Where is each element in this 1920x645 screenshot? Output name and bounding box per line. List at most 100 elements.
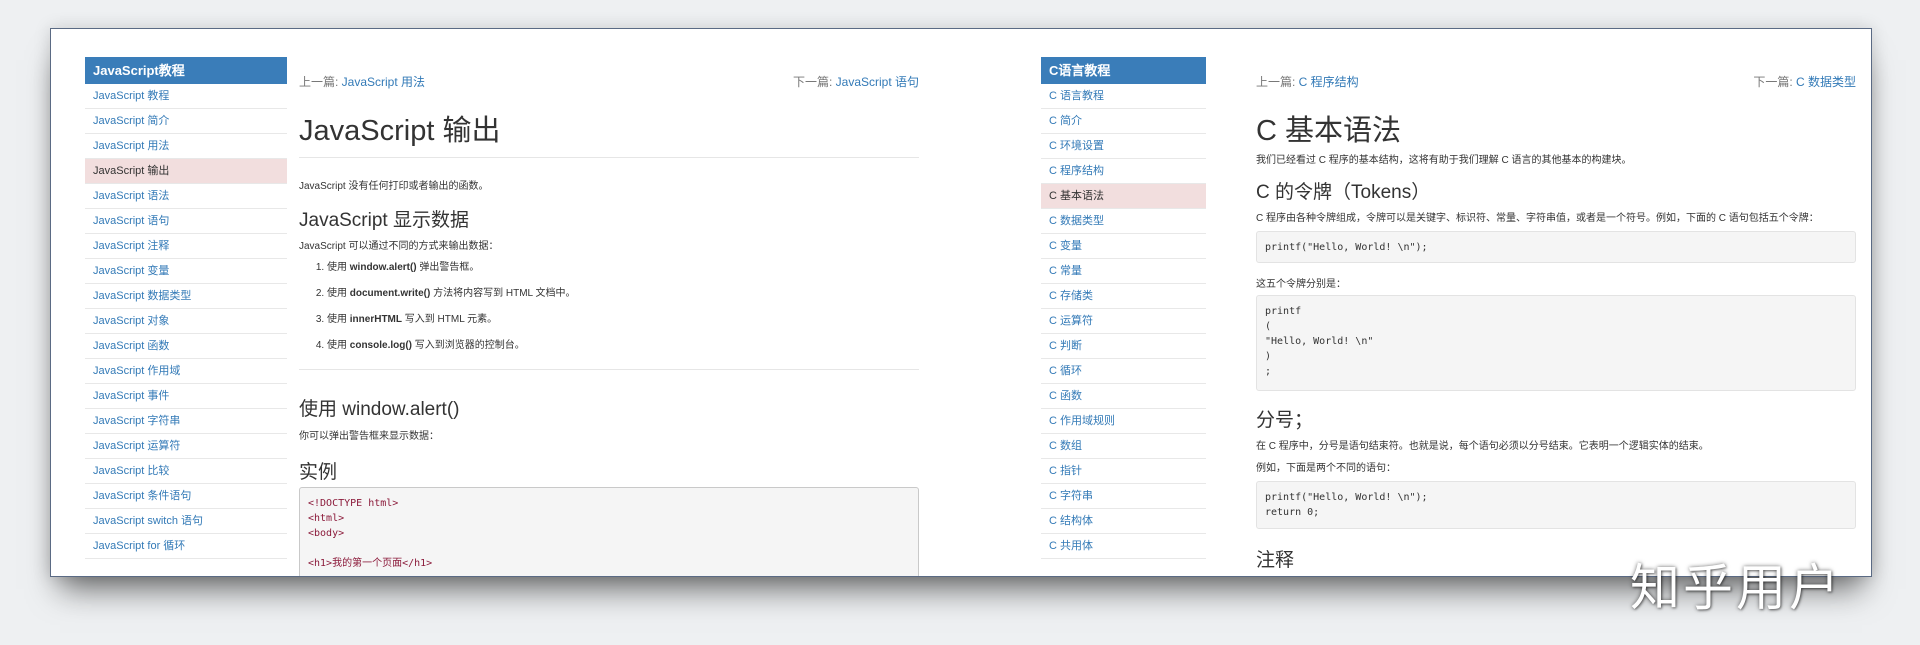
divider: [299, 157, 919, 158]
js-sidebar-list: JavaScript 教程 JavaScript 简介 JavaScript 用法 J…: [85, 84, 287, 559]
js-code-example: <!DOCTYPE html> <html> <body> <h1>我的第一个页面</…: [299, 487, 919, 576]
js-sidebar-item[interactable]: JavaScript 作用域: [85, 359, 287, 384]
code-line: ): [1265, 351, 1272, 362]
c-prev-link[interactable]: 上一篇: C 程序结构: [1256, 73, 1359, 90]
js-prev-link[interactable]: 上一篇: JavaScript 用法: [299, 73, 425, 90]
c-sidebar-item[interactable]: C 简介: [1041, 109, 1206, 134]
c-tokens-text2: 这五个令牌分别是：: [1256, 279, 1346, 290]
js-section-title: JavaScript 显示数据: [299, 210, 469, 231]
divider: [299, 369, 919, 370]
code-line: return 0;: [1265, 507, 1320, 518]
c-sidebar-item[interactable]: C 共用体: [1041, 534, 1206, 559]
js-alert-text: 你可以弹出警告框来显示数据：: [299, 431, 439, 442]
c-sidebar-item[interactable]: C 结构体: [1041, 509, 1206, 534]
zhihu-watermark: 知乎用户: [1630, 559, 1842, 617]
code-line: <body>: [308, 528, 345, 539]
c-next-link[interactable]: 下一篇: C 数据类型: [1753, 73, 1856, 90]
js-sidebar-item[interactable]: JavaScript 字符串: [85, 409, 287, 434]
js-sidebar-item[interactable]: JavaScript 变量: [85, 259, 287, 284]
inline-code: document.write(): [349, 288, 431, 299]
c-semicolon-text2: 例如，下面是两个不同的语句：: [1256, 463, 1396, 474]
js-alert-title: 使用 window.alert(): [299, 399, 460, 420]
inline-code: console.log(): [349, 340, 413, 351]
inline-code: innerHTML: [349, 314, 402, 325]
js-sidebar-item[interactable]: JavaScript 输出: [85, 159, 287, 184]
js-sidebar-item[interactable]: JavaScript 函数: [85, 334, 287, 359]
screenshot-frame: JavaScript教程 JavaScript 教程 JavaScript 简介 J…: [50, 28, 1872, 577]
c-sidebar-item[interactable]: C 数据类型: [1041, 209, 1206, 234]
js-sidebar-item[interactable]: JavaScript 对象: [85, 309, 287, 334]
code-line: printf("Hello, World! \n");: [1265, 492, 1428, 503]
js-example-title: 实例: [299, 462, 338, 483]
js-sidebar-item[interactable]: JavaScript 语句: [85, 209, 287, 234]
c-code-token-list: printf ( "Hello, World! \n");: [1256, 295, 1856, 391]
c-sidebar-item[interactable]: C 数组: [1041, 434, 1206, 459]
code-line: <html>: [308, 513, 345, 524]
js-sidebar: JavaScript教程 JavaScript 教程 JavaScript 简介 J…: [85, 57, 287, 559]
js-sidebar-title: JavaScript教程: [85, 57, 287, 84]
js-output-methods-list: 使用 window.alert() 弹出警告框。使用 document.writ…: [299, 261, 576, 365]
c-semicolon-title: 分号；: [1256, 410, 1314, 431]
c-sidebar-item[interactable]: C 常量: [1041, 259, 1206, 284]
c-sidebar-item[interactable]: C 语言教程: [1041, 84, 1206, 109]
code-line: ;: [1265, 366, 1272, 377]
c-content: 上一篇: C 程序结构 下一篇: C 数据类型 C 基本语法 我们已经看过 C …: [1256, 29, 1856, 576]
c-tokens-text: C 程序由各种令牌组成，令牌可以是关键字、标识符、常量、字符串值，或者是一个符号…: [1256, 213, 1819, 224]
c-sidebar: C语言教程 C 语言教程 C 简介 C 环境设置 C 程序结构 C 基本语法 C 数据类型…: [1041, 57, 1206, 559]
c-sidebar-item[interactable]: C 运算符: [1041, 309, 1206, 334]
code-line: printf("Hello, World! \n");: [1265, 242, 1428, 253]
js-section-text: JavaScript 可以通过不同的方式来输出数据：: [299, 241, 499, 252]
js-next-link[interactable]: 下一篇: JavaScript 语句: [793, 73, 919, 90]
c-sidebar-item[interactable]: C 函数: [1041, 384, 1206, 409]
js-content: 上一篇: JavaScript 用法 下一篇: JavaScript 语句 Ja…: [299, 29, 919, 576]
c-tutorial-pane: C语言教程 C 语言教程 C 简介 C 环境设置 C 程序结构 C 基本语法 C 数据类型…: [931, 29, 1871, 576]
code-line: "Hello, World! \n": [1265, 336, 1374, 347]
js-sidebar-item[interactable]: JavaScript for 循环: [85, 534, 287, 559]
js-sidebar-item[interactable]: JavaScript 运算符: [85, 434, 287, 459]
c-sidebar-list: C 语言教程 C 简介 C 环境设置 C 程序结构 C 基本语法 C 数据类型 C 变量 C …: [1041, 84, 1206, 559]
js-sidebar-item[interactable]: JavaScript 用法: [85, 134, 287, 159]
c-pager: 上一篇: C 程序结构 下一篇: C 数据类型: [1256, 73, 1856, 89]
js-sidebar-item[interactable]: JavaScript 注释: [85, 234, 287, 259]
code-line: <!DOCTYPE html>: [308, 498, 399, 509]
c-code-tokens: printf("Hello, World! \n");: [1256, 231, 1856, 263]
js-sidebar-item[interactable]: JavaScript 比较: [85, 459, 287, 484]
c-sidebar-item[interactable]: C 变量: [1041, 234, 1206, 259]
c-sidebar-item[interactable]: C 循环: [1041, 359, 1206, 384]
js-sidebar-item[interactable]: JavaScript 语法: [85, 184, 287, 209]
inline-code: window.alert(): [349, 262, 417, 273]
c-comment-title: 注释: [1256, 550, 1295, 571]
js-sidebar-item[interactable]: JavaScript switch 语句: [85, 509, 287, 534]
c-code-statements: printf("Hello, World! \n"); return 0;: [1256, 481, 1856, 529]
code-line: <h1>我的第一个页面</h1>: [308, 558, 433, 569]
c-tokens-title: C 的令牌（Tokens）: [1256, 182, 1431, 203]
list-item: 使用 innerHTML 写入到 HTML 元素。: [327, 313, 576, 339]
js-sidebar-item[interactable]: JavaScript 事件: [85, 384, 287, 409]
c-sidebar-item[interactable]: C 字符串: [1041, 484, 1206, 509]
c-sidebar-item[interactable]: C 存储类: [1041, 284, 1206, 309]
list-item: 使用 console.log() 写入到浏览器的控制台。: [327, 339, 576, 365]
code-line: printf: [1265, 306, 1302, 317]
list-item: 使用 document.write() 方法将内容写到 HTML 文档中。: [327, 287, 576, 313]
c-sidebar-item[interactable]: C 环境设置: [1041, 134, 1206, 159]
list-item: 使用 window.alert() 弹出警告框。: [327, 261, 576, 287]
js-intro: JavaScript 没有任何打印或者输出的函数。: [299, 181, 489, 192]
js-sidebar-item[interactable]: JavaScript 教程: [85, 84, 287, 109]
c-sidebar-item[interactable]: C 指针: [1041, 459, 1206, 484]
c-sidebar-item[interactable]: C 程序结构: [1041, 159, 1206, 184]
c-sidebar-item[interactable]: C 判断: [1041, 334, 1206, 359]
c-page-title: C 基本语法: [1256, 115, 1402, 147]
c-sidebar-item[interactable]: C 作用域规则: [1041, 409, 1206, 434]
js-sidebar-item[interactable]: JavaScript 数据类型: [85, 284, 287, 309]
js-tutorial-pane: JavaScript教程 JavaScript 教程 JavaScript 简介 J…: [51, 29, 931, 576]
c-intro: 我们已经看过 C 程序的基本结构，这将有助于我们理解 C 语言的其他基本的构建块…: [1256, 155, 1632, 166]
c-sidebar-title: C语言教程: [1041, 57, 1206, 84]
js-sidebar-item[interactable]: JavaScript 简介: [85, 109, 287, 134]
code-line: (: [1265, 321, 1272, 332]
c-sidebar-item[interactable]: C 基本语法: [1041, 184, 1206, 209]
js-page-title: JavaScript 输出: [299, 115, 501, 147]
js-sidebar-item[interactable]: JavaScript 条件语句: [85, 484, 287, 509]
c-semicolon-text: 在 C 程序中，分号是语句结束符。也就是说，每个语句必须以分号结束。它表明一个逻…: [1256, 441, 1709, 452]
js-pager: 上一篇: JavaScript 用法 下一篇: JavaScript 语句: [299, 73, 919, 89]
